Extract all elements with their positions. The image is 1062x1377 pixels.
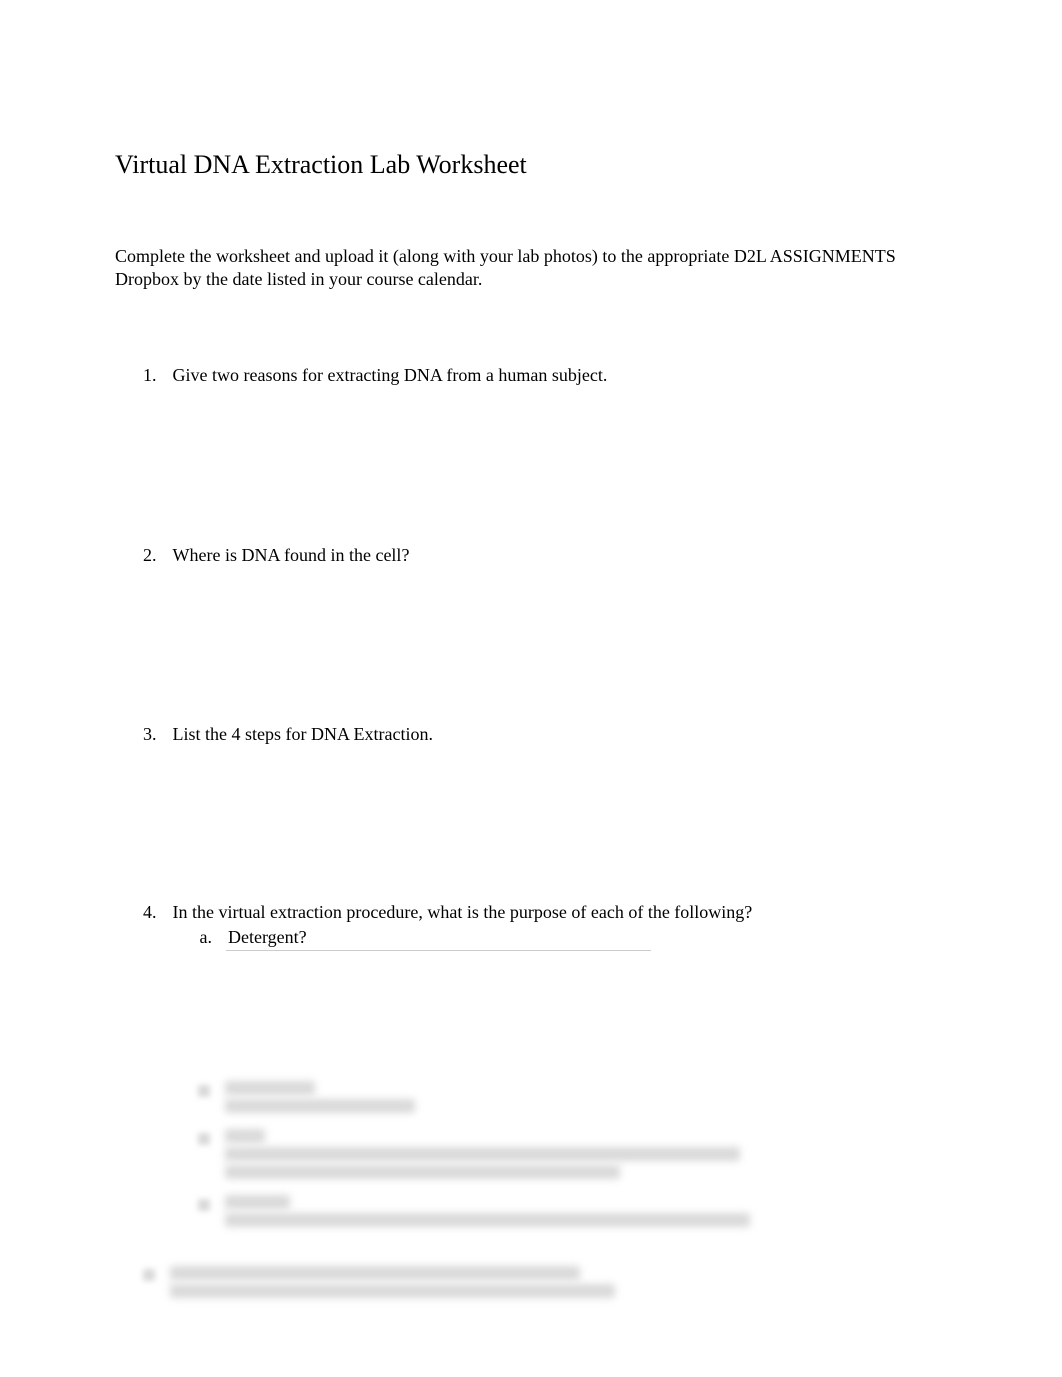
divider	[226, 950, 651, 951]
question-4-text: In the virtual extraction procedure, wha…	[173, 902, 753, 922]
question-text: In the virtual extraction procedure, wha…	[173, 901, 948, 950]
blur-line	[225, 1165, 620, 1179]
question-number: 1.	[143, 364, 173, 387]
blur-marker	[198, 1133, 210, 1145]
blur-line	[225, 1129, 265, 1143]
blur-line	[225, 1147, 740, 1161]
question-text: Where is DNA found in the cell?	[173, 544, 948, 567]
instructions-text: Complete the worksheet and upload it (al…	[115, 245, 947, 292]
blur-line	[225, 1213, 750, 1227]
blurred-item-d	[198, 1195, 947, 1231]
blur-marker	[198, 1199, 210, 1211]
page-title: Virtual DNA Extraction Lab Worksheet	[115, 150, 947, 180]
sub-text: Detergent?	[228, 926, 307, 949]
blur-line	[225, 1081, 315, 1095]
questions-list: 1. Give two reasons for extracting DNA f…	[115, 364, 947, 1302]
question-number: 2.	[143, 544, 173, 567]
blur-line	[225, 1195, 290, 1209]
question-4: 4. In the virtual extraction procedure, …	[143, 901, 947, 950]
question-1: 1. Give two reasons for extracting DNA f…	[143, 364, 947, 387]
blur-number	[143, 1269, 155, 1281]
blurred-item-b	[198, 1081, 947, 1117]
blur-line	[225, 1099, 415, 1113]
question-text: Give two reasons for extracting DNA from…	[173, 364, 948, 387]
question-2: 2. Where is DNA found in the cell?	[143, 544, 947, 567]
blur-line	[170, 1284, 615, 1298]
blur-line	[170, 1266, 580, 1280]
blur-marker	[198, 1085, 210, 1097]
question-4-sub-a: a. Detergent?	[173, 926, 948, 949]
sub-letter: a.	[200, 926, 229, 949]
blurred-item-c	[198, 1129, 947, 1183]
question-number: 4.	[143, 901, 173, 950]
question-number: 3.	[143, 723, 173, 746]
question-3: 3. List the 4 steps for DNA Extraction.	[143, 723, 947, 746]
blurred-question-5	[143, 1266, 947, 1302]
blurred-content	[143, 1081, 947, 1231]
question-text: List the 4 steps for DNA Extraction.	[173, 723, 948, 746]
